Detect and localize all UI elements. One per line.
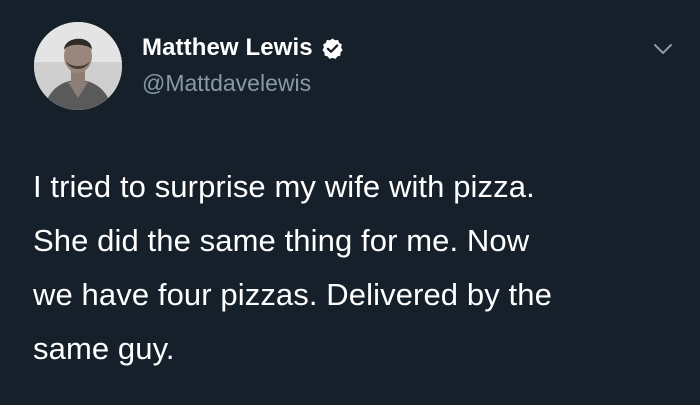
profile-photo-icon [34,22,122,110]
verified-badge-icon [321,37,344,60]
chevron-down-icon[interactable] [650,36,676,62]
user-handle[interactable]: @Mattdavelewis [142,70,311,97]
avatar[interactable] [34,22,122,110]
tweet-text: I tried to surprise my wife with pizza. … [33,169,552,366]
name-row: Matthew Lewis [142,34,344,62]
tweet-card: Matthew Lewis @Mattdavelewis I tried to … [0,0,700,405]
display-name[interactable]: Matthew Lewis [142,34,313,62]
